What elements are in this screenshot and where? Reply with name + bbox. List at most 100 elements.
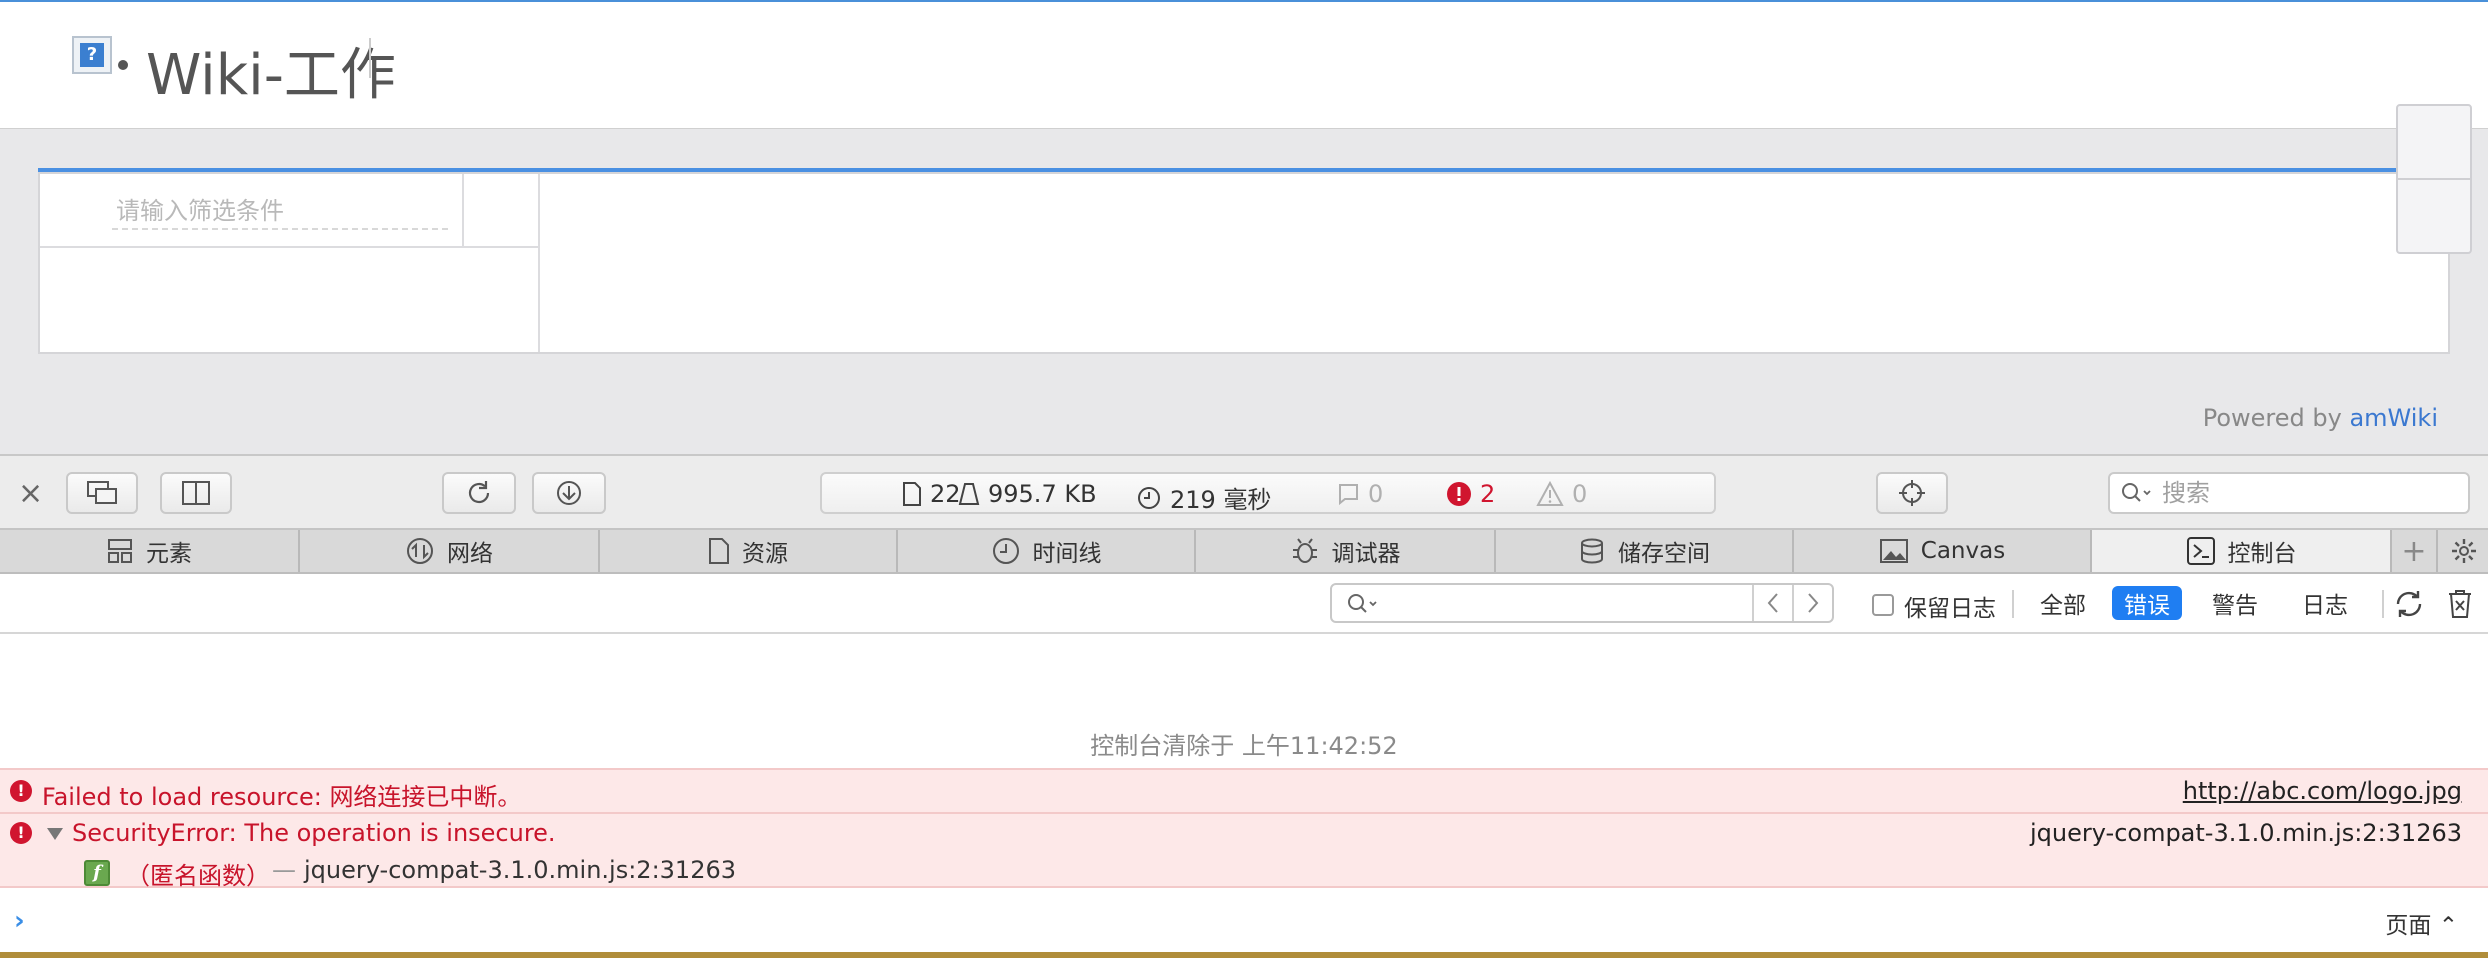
warning-icon [1536,481,1564,506]
console-message[interactable]: ! SecurityError: The operation is insecu… [0,812,2488,890]
disclosure-triangle-icon[interactable] [46,826,64,842]
tab-canvas[interactable]: Canvas [1794,530,2092,572]
download-button[interactable] [532,472,606,514]
inspect-element-button[interactable] [1876,472,1948,514]
weight-icon [958,483,980,505]
powered-by: Powered by amWiki [2203,404,2438,432]
preserve-log-label[interactable]: 保留日志 [1904,589,1996,623]
previous-match-button[interactable] [1752,585,1792,621]
debugger-icon [1292,538,1317,563]
trash-icon [2449,590,2471,618]
error-count: 2 [1480,480,1496,508]
divider [2012,590,2014,618]
tab-network[interactable]: 网络 [300,530,600,572]
divider [2382,590,2384,618]
dock-side-button[interactable] [160,472,232,514]
warnings-stat[interactable]: 0 [1536,480,1587,508]
tab-label: 时间线 [1032,541,1102,567]
message-text: SecurityError: The operation is insecure… [72,819,556,847]
window-bottom-edge [0,952,2488,958]
gear-icon [2452,539,2476,563]
reset-button[interactable] [2392,588,2426,625]
clear-console-button[interactable] [2446,588,2474,625]
page-stats: 22 995.7 KB 219 毫秒 0 2 0 [820,472,1716,514]
logs-stat[interactable]: 0 [1336,480,1383,508]
timeline-icon [992,538,1019,564]
tab-label: 储存空间 [1618,541,1710,567]
document-icon [903,482,921,506]
network-icon [407,538,433,564]
wiki-sidebar [40,174,540,352]
tab-label: 调试器 [1331,541,1401,567]
function-icon: f [84,860,110,886]
wiki-panel [38,172,2450,354]
canvas-icon [1879,539,1908,563]
close-devtools-button[interactable]: × [18,476,43,511]
reload-icon [468,481,490,504]
tab-debugger[interactable]: 调试器 [1196,530,1496,572]
tab-storage[interactable]: 储存空间 [1496,530,1794,572]
text-cursor [369,38,371,78]
level-all-button[interactable]: 全部 [2028,586,2098,620]
settings-button[interactable] [2440,530,2488,572]
devtools-search[interactable] [2108,472,2470,514]
source-link[interactable]: http://abc.com/logo.jpg [2183,777,2462,805]
console-cleared-message: 控制台清除于 上午11:42:52 [1090,732,1398,760]
detach-window-icon [87,481,117,504]
preserve-log-checkbox[interactable] [1872,594,1894,616]
level-errors-button[interactable]: 错误 [2112,586,2182,620]
chevron-right-icon [1808,593,1819,613]
tab-label: 控制台 [2227,541,2297,567]
level-warnings-button[interactable]: 警告 [2200,586,2270,620]
message-icon [1339,484,1358,506]
source-link[interactable]: jquery-compat-3.1.0.min.js:2:31263 [2030,819,2462,847]
tab-label: 元素 [146,541,192,567]
size-stat[interactable]: 995.7 KB [958,480,1097,508]
search-icon [2122,483,2151,502]
console-search[interactable] [1330,583,1834,623]
filter-box [40,174,464,248]
next-match-button[interactable] [1792,585,1832,621]
resources-icon [709,538,729,564]
broken-image-icon: ? [72,36,112,74]
console-prompt[interactable]: › 页面 ⌃ [0,896,2488,946]
message-text: Failed to load resource: 网络连接已中断。 [42,783,522,811]
tab-label: Canvas [1920,538,2006,564]
devtools-toolbar: × 22 995.7 KB 219 毫秒 0 2 0 搜索 [0,454,2488,530]
tab-console[interactable]: 控制台 [2092,530,2392,572]
filter-button[interactable] [464,174,540,248]
download-icon [557,481,581,505]
console-message[interactable]: ! Failed to load resource: 网络连接已中断。 http… [0,768,2488,812]
add-tab-button[interactable]: + [2392,530,2438,572]
elements-icon [108,539,132,563]
stack-location-link[interactable]: jquery-compat-3.1.0.min.js:2:31263 [304,856,736,884]
console-icon [2186,537,2215,565]
warning-count: 0 [1572,480,1588,508]
tab-resources[interactable]: 资源 [600,530,898,572]
reload-button[interactable] [442,472,516,514]
devtools-search-input[interactable] [2160,478,2440,508]
powered-by-label: Powered by [2202,404,2350,432]
page-title: Wiki-工作 [146,43,396,108]
filter-input[interactable] [112,194,448,230]
prompt-chevron-icon: › [14,906,25,936]
resources-stat[interactable]: 22 [902,480,961,508]
console-input[interactable] [42,904,2042,938]
page-header: ? Wiki-工作 [0,0,2488,128]
tab-label: 网络 [447,541,493,567]
execution-context-selector[interactable]: 页面 ⌃ [2385,906,2458,940]
detach-window-button[interactable] [66,472,138,514]
amwiki-link[interactable]: amWiki [2349,404,2438,432]
storage-icon [1581,538,1603,564]
level-logs-button[interactable]: 日志 [2290,586,2360,620]
list-bullet [118,60,128,70]
stack-function: （匿名函数） [126,862,270,890]
console-search-input[interactable] [1388,587,1748,619]
chevron-left-icon [1767,593,1778,613]
time-stat[interactable]: 219 毫秒 [1136,480,1271,515]
resources-count: 22 [930,480,961,508]
errors-stat[interactable]: 2 [1446,480,1495,508]
tab-timeline[interactable]: 时间线 [898,530,1196,572]
floating-toolbar[interactable] [2396,104,2472,254]
tab-elements[interactable]: 元素 [0,530,300,572]
